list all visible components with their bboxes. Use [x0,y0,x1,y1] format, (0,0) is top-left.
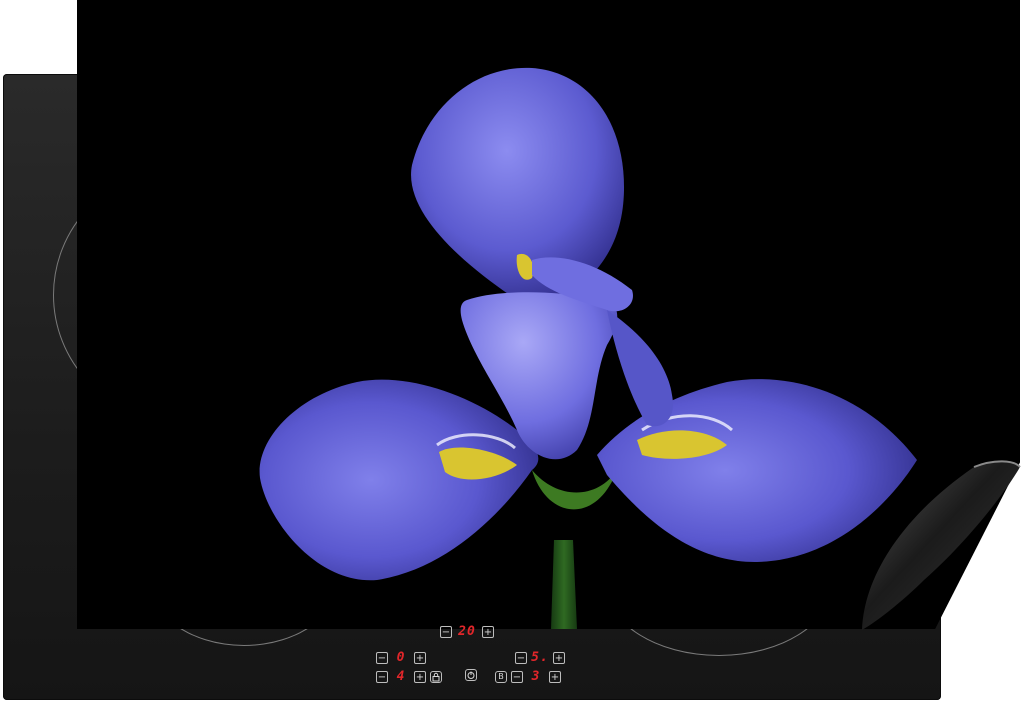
hob-control-panel: − 20 + − 0 + − 5. + − 4 + B − 3 + [0,0,1024,705]
timer-minus-button[interactable]: − [440,625,452,638]
rear-left-minus-button[interactable]: − [376,670,388,683]
power-control [465,669,477,681]
front-right-zone-control: − 5. + [515,650,565,665]
rear-left-level-display: 4 [396,669,406,684]
timer-display: 20 [458,624,476,639]
rear-right-level-display: 3 [531,669,541,684]
rear-right-minus-button[interactable]: − [511,670,523,683]
front-right-level-display: 5. [531,650,549,665]
rear-left-plus-button[interactable]: + [414,670,426,683]
front-left-minus-button[interactable]: − [376,651,388,664]
front-right-minus-button[interactable]: − [515,651,527,664]
boost-button[interactable]: B [495,670,507,683]
rear-right-plus-button[interactable]: + [549,670,561,683]
front-right-plus-button[interactable]: + [553,651,565,664]
lock-icon[interactable] [430,670,442,683]
timer-control: − 20 + [440,624,494,639]
front-left-plus-button[interactable]: + [414,651,426,664]
timer-plus-button[interactable]: + [482,625,494,638]
rear-right-zone-control: B − 3 + [495,669,561,684]
power-icon[interactable] [465,669,477,681]
rear-left-zone-control: − 4 + [376,669,442,684]
front-left-level-display: 0 [396,650,406,665]
front-left-zone-control: − 0 + [376,650,426,665]
